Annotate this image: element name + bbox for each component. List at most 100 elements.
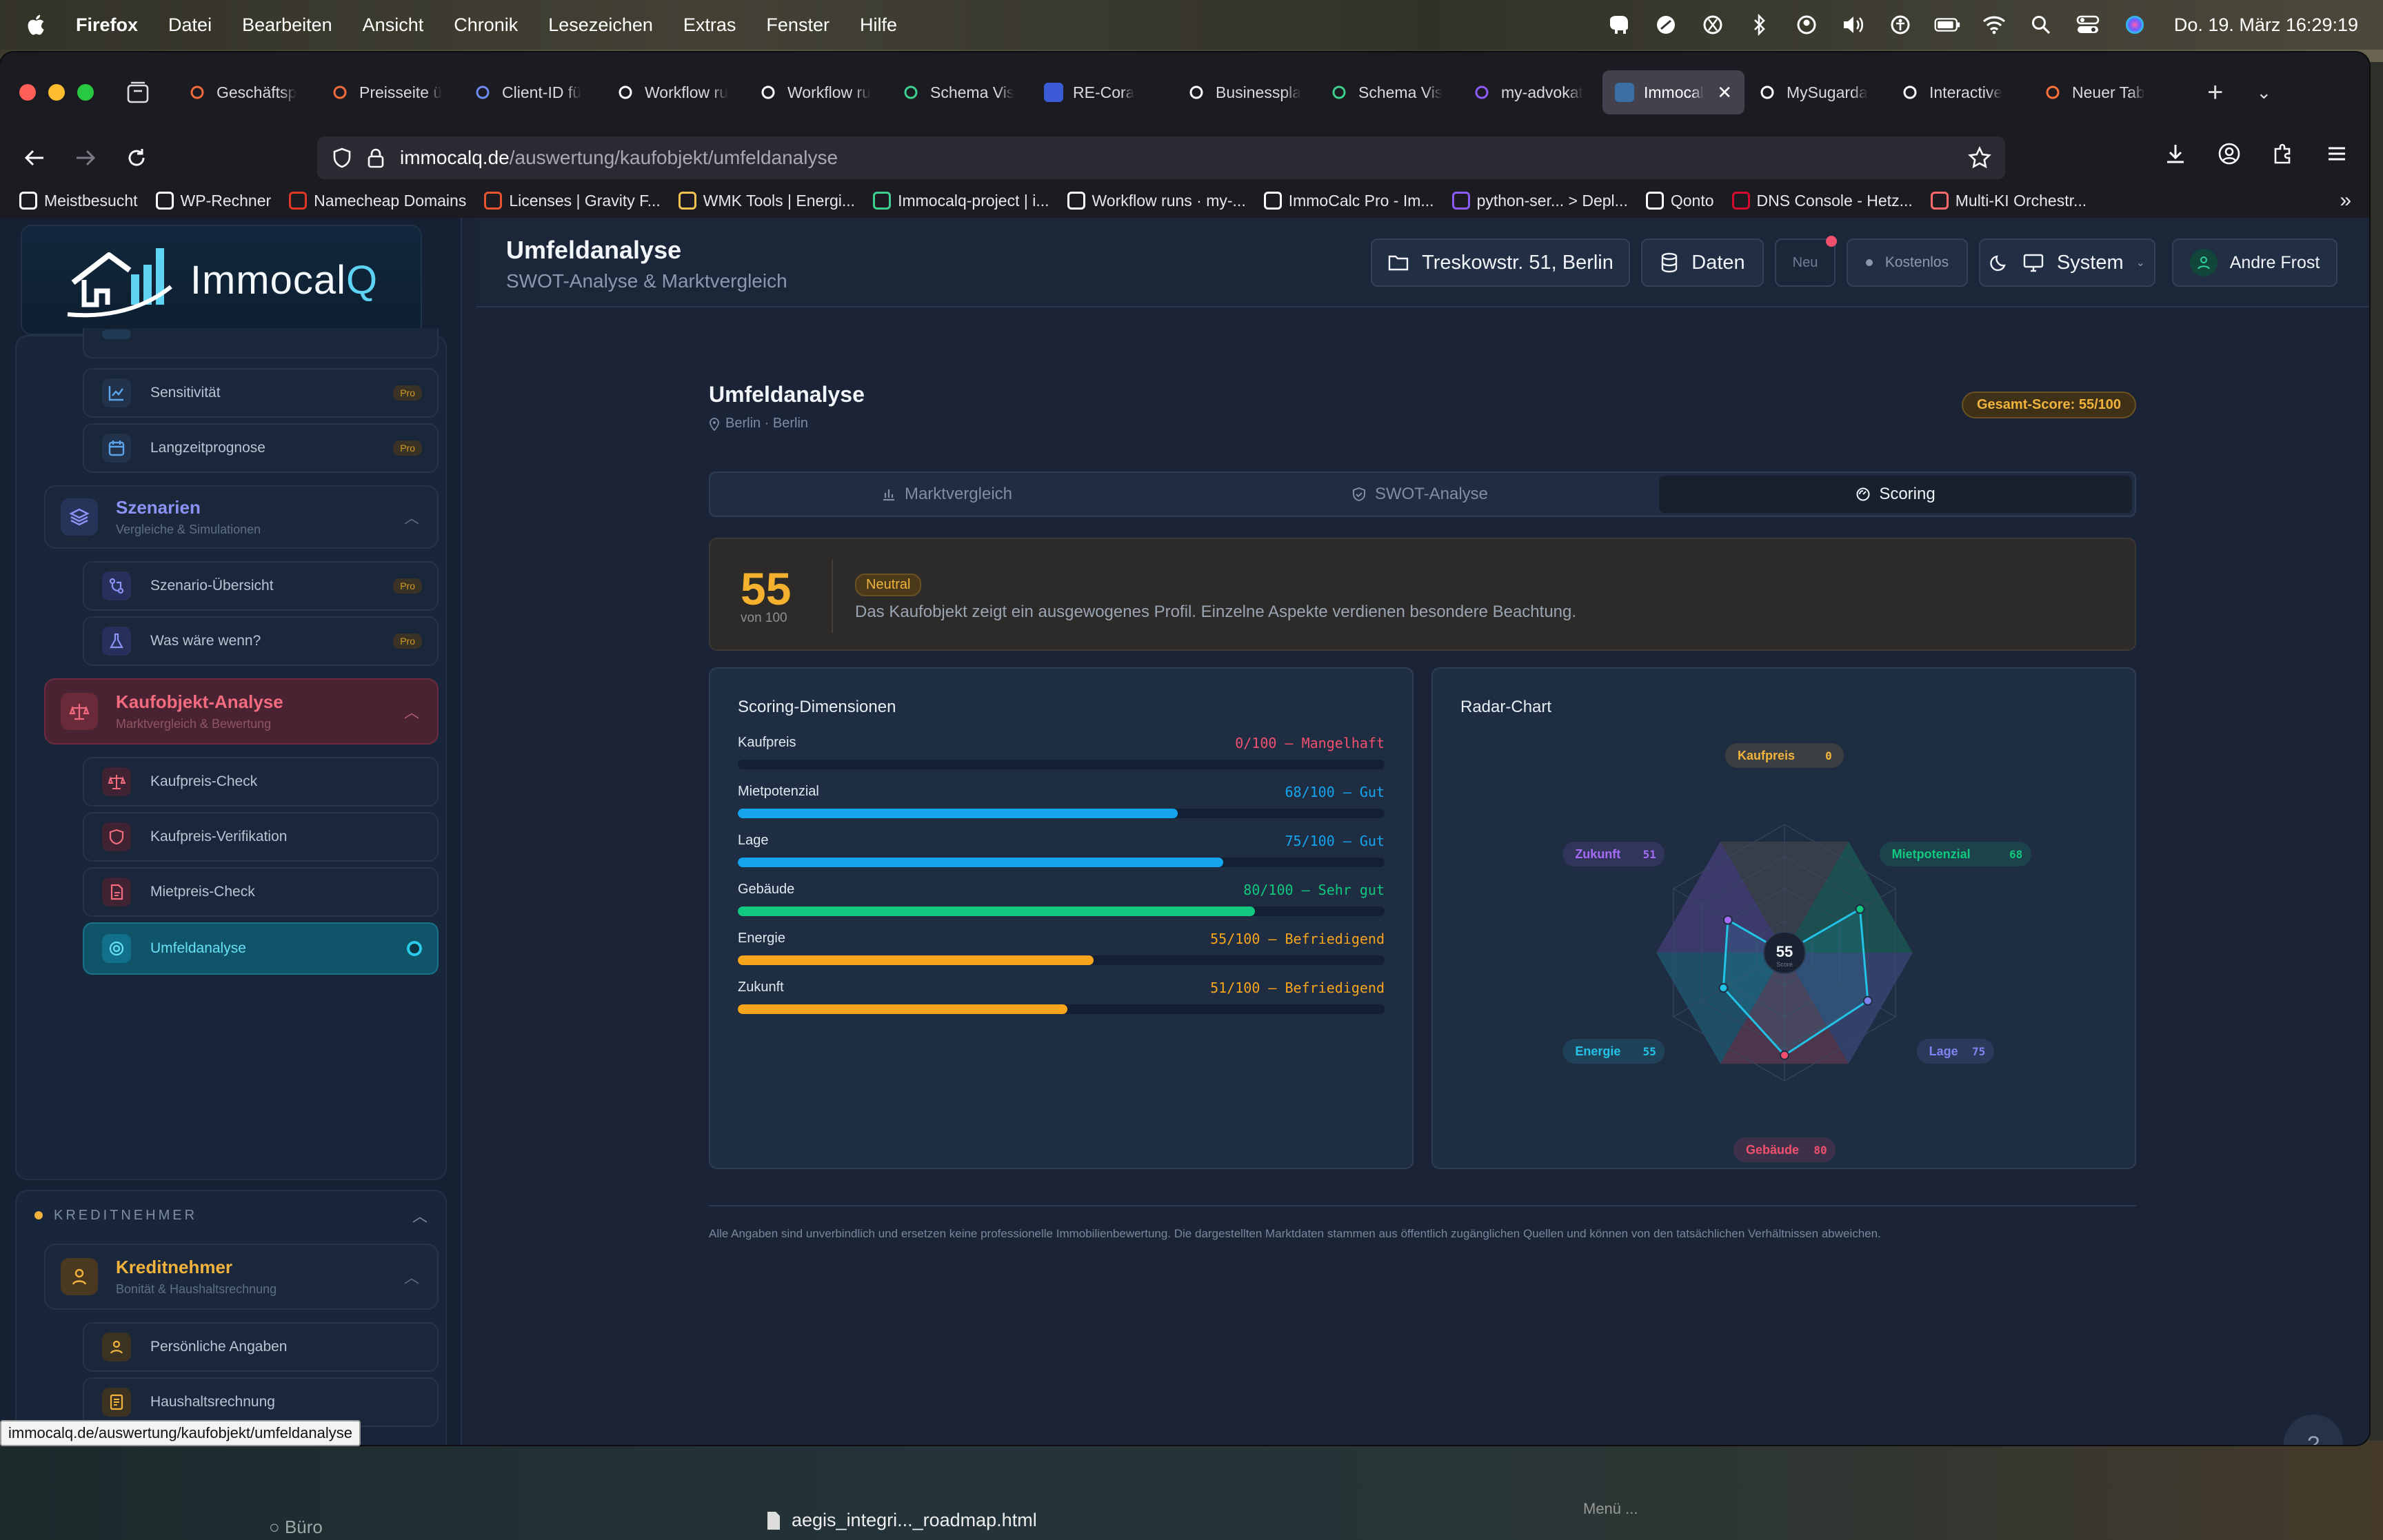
- battery-icon[interactable]: [1934, 12, 1960, 38]
- bookmark-item[interactable]: Immocalq-project | i...: [873, 192, 1049, 210]
- tab-marktvergleich[interactable]: Marktvergleich: [710, 473, 1183, 516]
- sidebar-item-umfeldanalyse[interactable]: Umfeldanalyse: [83, 922, 439, 975]
- sidebar-item-langzeitprognose[interactable]: Langzeitprognose Pro: [83, 423, 439, 473]
- back-button[interactable]: [18, 141, 51, 174]
- bookmark-item[interactable]: WP-Rechner: [155, 192, 271, 210]
- section-header-kreditnehmer[interactable]: KREDITNEHMER ︿: [15, 1197, 447, 1234]
- sidebar-item-hidden-top[interactable]: [83, 328, 439, 358]
- browser-tab[interactable]: Preisseite ü: [318, 70, 460, 114]
- sidebar-item-personliche-angaben[interactable]: Persönliche Angaben: [83, 1322, 439, 1372]
- menu-lesezeichen[interactable]: Lesezeichen: [548, 14, 653, 36]
- address-bar[interactable]: immocalq.de/auswertung/kaufobjekt/umfeld…: [317, 136, 2005, 179]
- tab-scoring[interactable]: Scoring: [1659, 476, 2132, 513]
- browser-tab[interactable]: Neuer Tab: [2031, 70, 2173, 114]
- apple-icon[interactable]: [25, 13, 46, 37]
- minimize-window-button[interactable]: [48, 84, 65, 101]
- bookmark-item[interactable]: Meistbesucht: [19, 192, 138, 210]
- volume-icon[interactable]: [1840, 12, 1867, 38]
- menu-extras[interactable]: Extras: [683, 14, 736, 36]
- help-button[interactable]: ?: [2284, 1415, 2343, 1445]
- lock-icon[interactable]: [367, 148, 385, 168]
- daten-button[interactable]: Daten: [1641, 239, 1764, 287]
- chevron-up-icon[interactable]: ︿: [404, 1266, 419, 1288]
- sidebar-item-sensitivitat[interactable]: Sensitivität Pro: [83, 368, 439, 418]
- address-button[interactable]: Treskowstr. 51, Berlin: [1371, 239, 1630, 287]
- taskbar-folder[interactable]: ○ Büro: [269, 1517, 323, 1538]
- wifi-icon[interactable]: [1981, 12, 2007, 38]
- extensions-icon[interactable]: [2271, 142, 2295, 169]
- user-circle-icon[interactable]: [1793, 12, 1820, 38]
- menu-fenster[interactable]: Fenster: [766, 14, 829, 36]
- bookmark-star-icon[interactable]: [1968, 146, 1991, 170]
- bookmark-item[interactable]: python-ser... > Depl...: [1451, 192, 1628, 210]
- menubar-clock[interactable]: Do. 19. März 16:29:19: [2174, 14, 2358, 36]
- user-menu[interactable]: Andre Frost: [2172, 239, 2337, 287]
- browser-tab[interactable]: Immocal ✕: [1602, 70, 1744, 114]
- elephant-icon[interactable]: [1606, 12, 1632, 38]
- bookmark-item[interactable]: WMK Tools | Energi...: [678, 192, 855, 210]
- chevron-up-icon[interactable]: ︿: [404, 506, 419, 528]
- sidebar-group-szenarien[interactable]: Szenarien Vergleiche & Simulationen ︿: [44, 485, 439, 549]
- browser-tab[interactable]: RE-Cora: [1032, 70, 1174, 114]
- bookmark-item[interactable]: Multi-KI Orchestr...: [1930, 192, 2087, 210]
- circle-slash-icon[interactable]: [1653, 12, 1679, 38]
- menu-chronik[interactable]: Chronik: [454, 14, 518, 36]
- menu-bearbeiten[interactable]: Bearbeiten: [242, 14, 332, 36]
- browser-tab[interactable]: Interactive: [1888, 70, 2030, 114]
- sidebar-item-kaufpreis-check[interactable]: Kaufpreis-Check: [83, 757, 439, 807]
- download-icon[interactable]: [2164, 142, 2187, 169]
- forward-button[interactable]: [69, 141, 102, 174]
- taskbar-file[interactable]: aegis_integri..._roadmap.html: [765, 1510, 1037, 1531]
- browser-tab[interactable]: MySugarda: [1745, 70, 1887, 114]
- tab-overview-icon[interactable]: [124, 79, 152, 106]
- taskbar-menu[interactable]: Menü ...: [1583, 1500, 1638, 1518]
- bookmark-item[interactable]: Licenses | Gravity F...: [484, 192, 661, 210]
- browser-tab[interactable]: Geschäftsp: [175, 70, 317, 114]
- bookmarks-overflow-icon[interactable]: »: [2340, 189, 2351, 212]
- theme-selector[interactable]: System ⌄: [1979, 239, 2155, 287]
- menu-ansicht[interactable]: Ansicht: [363, 14, 424, 36]
- neu-button[interactable]: Neu: [1775, 236, 1837, 287]
- sidebar-item-kaufpreis-verifikation[interactable]: Kaufpreis-Verifikation: [83, 812, 439, 862]
- browser-tab[interactable]: Businesspla: [1174, 70, 1316, 114]
- menu-hilfe[interactable]: Hilfe: [860, 14, 897, 36]
- tab-swot-analyse[interactable]: SWOT-Analyse: [1183, 473, 1656, 516]
- chevron-down-icon[interactable]: ⌄: [2256, 82, 2271, 103]
- siri-icon[interactable]: [2122, 12, 2148, 38]
- search-icon[interactable]: [2028, 12, 2054, 38]
- sidebar-item-mietpreis-check[interactable]: Mietpreis-Check: [83, 867, 439, 917]
- browser-tab[interactable]: Client-ID fü: [461, 70, 603, 114]
- shield-icon[interactable]: [332, 148, 352, 168]
- control-center-icon[interactable]: [2075, 12, 2101, 38]
- sidebar-group-kaufobjekt-analyse[interactable]: Kaufobjekt-Analyse Marktvergleich & Bewer…: [44, 678, 439, 744]
- account-icon[interactable]: [2218, 142, 2241, 169]
- chevron-up-icon[interactable]: ︿: [412, 1204, 430, 1226]
- reload-button[interactable]: [120, 141, 153, 174]
- browser-tab[interactable]: Workflow ru: [603, 70, 745, 114]
- browser-tab[interactable]: Schema Vis: [889, 70, 1031, 114]
- bookmark-item[interactable]: DNS Console - Hetz...: [1731, 192, 1913, 210]
- bookmark-item[interactable]: Workflow runs · my-...: [1067, 192, 1246, 210]
- bookmark-item[interactable]: Qonto: [1645, 192, 1714, 210]
- chevron-up-icon[interactable]: ︿: [404, 700, 419, 722]
- close-tab-icon[interactable]: ✕: [1717, 82, 1732, 103]
- aperture-icon[interactable]: [1700, 12, 1726, 38]
- browser-tab[interactable]: Workflow ru: [746, 70, 888, 114]
- close-window-button[interactable]: [19, 84, 36, 101]
- menu-app-name[interactable]: Firefox: [76, 14, 138, 36]
- zoom-window-button[interactable]: [77, 84, 94, 101]
- sidebar-item-was-ware-wenn[interactable]: Was wäre wenn? Pro: [83, 616, 439, 666]
- logo[interactable]: ImmocalQ: [21, 225, 422, 335]
- menu-datei[interactable]: Datei: [168, 14, 212, 36]
- hamburger-menu-icon[interactable]: [2325, 142, 2349, 169]
- browser-tab[interactable]: my-advokat: [1460, 70, 1602, 114]
- sidebar-group-kreditnehmer[interactable]: Kreditnehmer Bonität & Haushaltsrechnung …: [44, 1244, 439, 1310]
- browser-tab[interactable]: Schema Vis: [1317, 70, 1459, 114]
- new-tab-button[interactable]: +: [2207, 77, 2223, 108]
- bluetooth-icon[interactable]: [1747, 12, 1773, 38]
- bookmark-item[interactable]: Namecheap Domains: [289, 192, 466, 210]
- bookmark-item[interactable]: ImmoCalc Pro - Im...: [1263, 192, 1434, 210]
- sidebar-item-szenario-ubersicht[interactable]: Szenario-Übersicht Pro: [83, 561, 439, 611]
- accessibility-icon[interactable]: [1887, 12, 1913, 38]
- plan-badge[interactable]: Kostenlos: [1847, 239, 1968, 287]
